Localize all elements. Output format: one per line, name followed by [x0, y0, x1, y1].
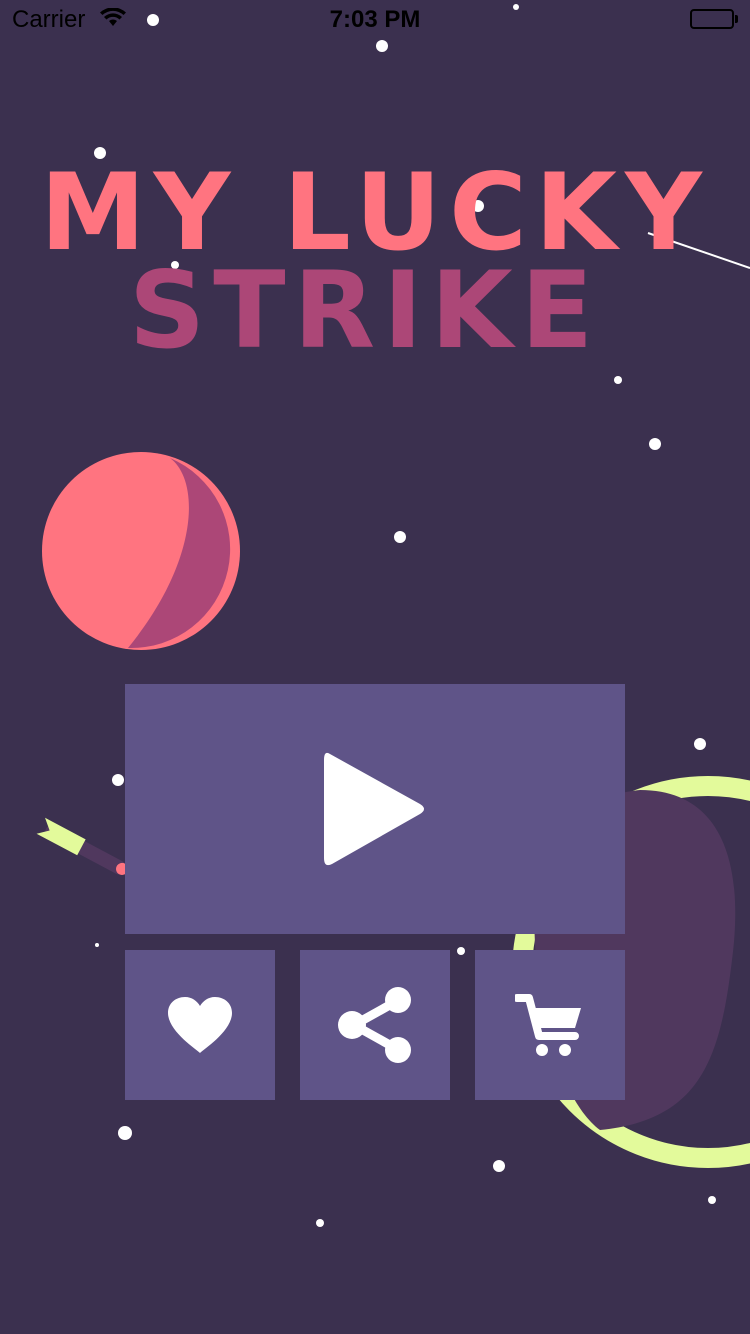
star — [708, 1196, 716, 1204]
game-title-line-2: STRIKE — [128, 249, 602, 372]
battery-tip — [735, 15, 738, 23]
status-time: 7:03 PM — [329, 6, 421, 33]
star — [95, 943, 99, 947]
heart-icon — [166, 995, 234, 1055]
star — [316, 1219, 324, 1227]
pink-planet — [42, 452, 240, 650]
star — [118, 1126, 132, 1140]
star — [376, 40, 388, 52]
star — [614, 376, 622, 384]
play-icon — [320, 748, 430, 870]
comet — [36, 817, 129, 875]
star — [394, 531, 406, 543]
play-button[interactable] — [125, 684, 625, 934]
like-button[interactable] — [125, 950, 275, 1100]
status-bar: Carrier 7:03 PM — [0, 0, 750, 40]
star — [694, 738, 706, 750]
star — [112, 774, 124, 786]
shop-button[interactable] — [475, 950, 625, 1100]
share-icon — [335, 987, 415, 1063]
star — [457, 947, 465, 955]
share-button[interactable] — [300, 950, 450, 1100]
star — [493, 1160, 505, 1172]
cart-icon — [513, 992, 585, 1058]
star — [649, 438, 661, 450]
battery-icon — [690, 9, 734, 29]
